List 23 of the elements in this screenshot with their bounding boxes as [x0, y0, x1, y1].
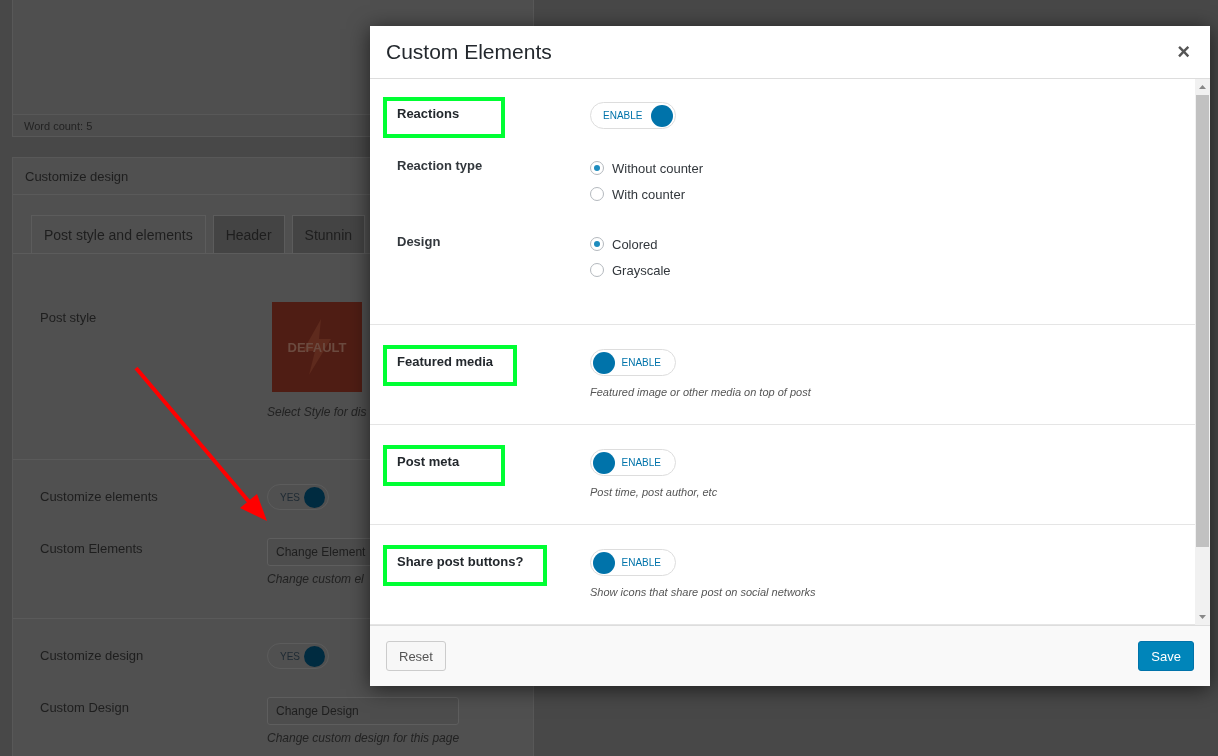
section-label: Post meta: [383, 445, 505, 486]
close-button[interactable]: ×: [1177, 39, 1190, 65]
enable-toggle[interactable]: ENABLE: [590, 102, 676, 129]
hint-text: Post time, post author, etc: [590, 486, 718, 498]
enable-toggle[interactable]: ENABLE: [590, 549, 676, 576]
radio-option[interactable]: With counter: [590, 181, 704, 207]
enable-toggle[interactable]: ENABLE: [590, 449, 676, 476]
hint-text: Featured image or other media on top of post: [590, 386, 811, 398]
radio-option[interactable]: Colored: [590, 231, 671, 257]
section-label: Share post buttons?: [383, 545, 548, 586]
radio-option[interactable]: Without counter: [590, 155, 704, 181]
hint-text: Show icons that share post on social networks: [590, 586, 816, 598]
reset-button[interactable]: Reset: [386, 641, 446, 671]
scrollbar[interactable]: [1195, 79, 1210, 625]
option-label: Design: [396, 233, 442, 249]
section-label: Reactions: [383, 97, 505, 138]
scroll-thumb[interactable]: [1196, 95, 1209, 547]
radio-option[interactable]: Grayscale: [590, 257, 671, 283]
modal-title: Custom Elements: [386, 40, 552, 64]
section-label: Featured media: [383, 345, 518, 386]
option-label: Reaction type: [396, 157, 484, 173]
enable-toggle[interactable]: ENABLE: [590, 349, 676, 376]
save-button[interactable]: Save: [1138, 641, 1194, 671]
